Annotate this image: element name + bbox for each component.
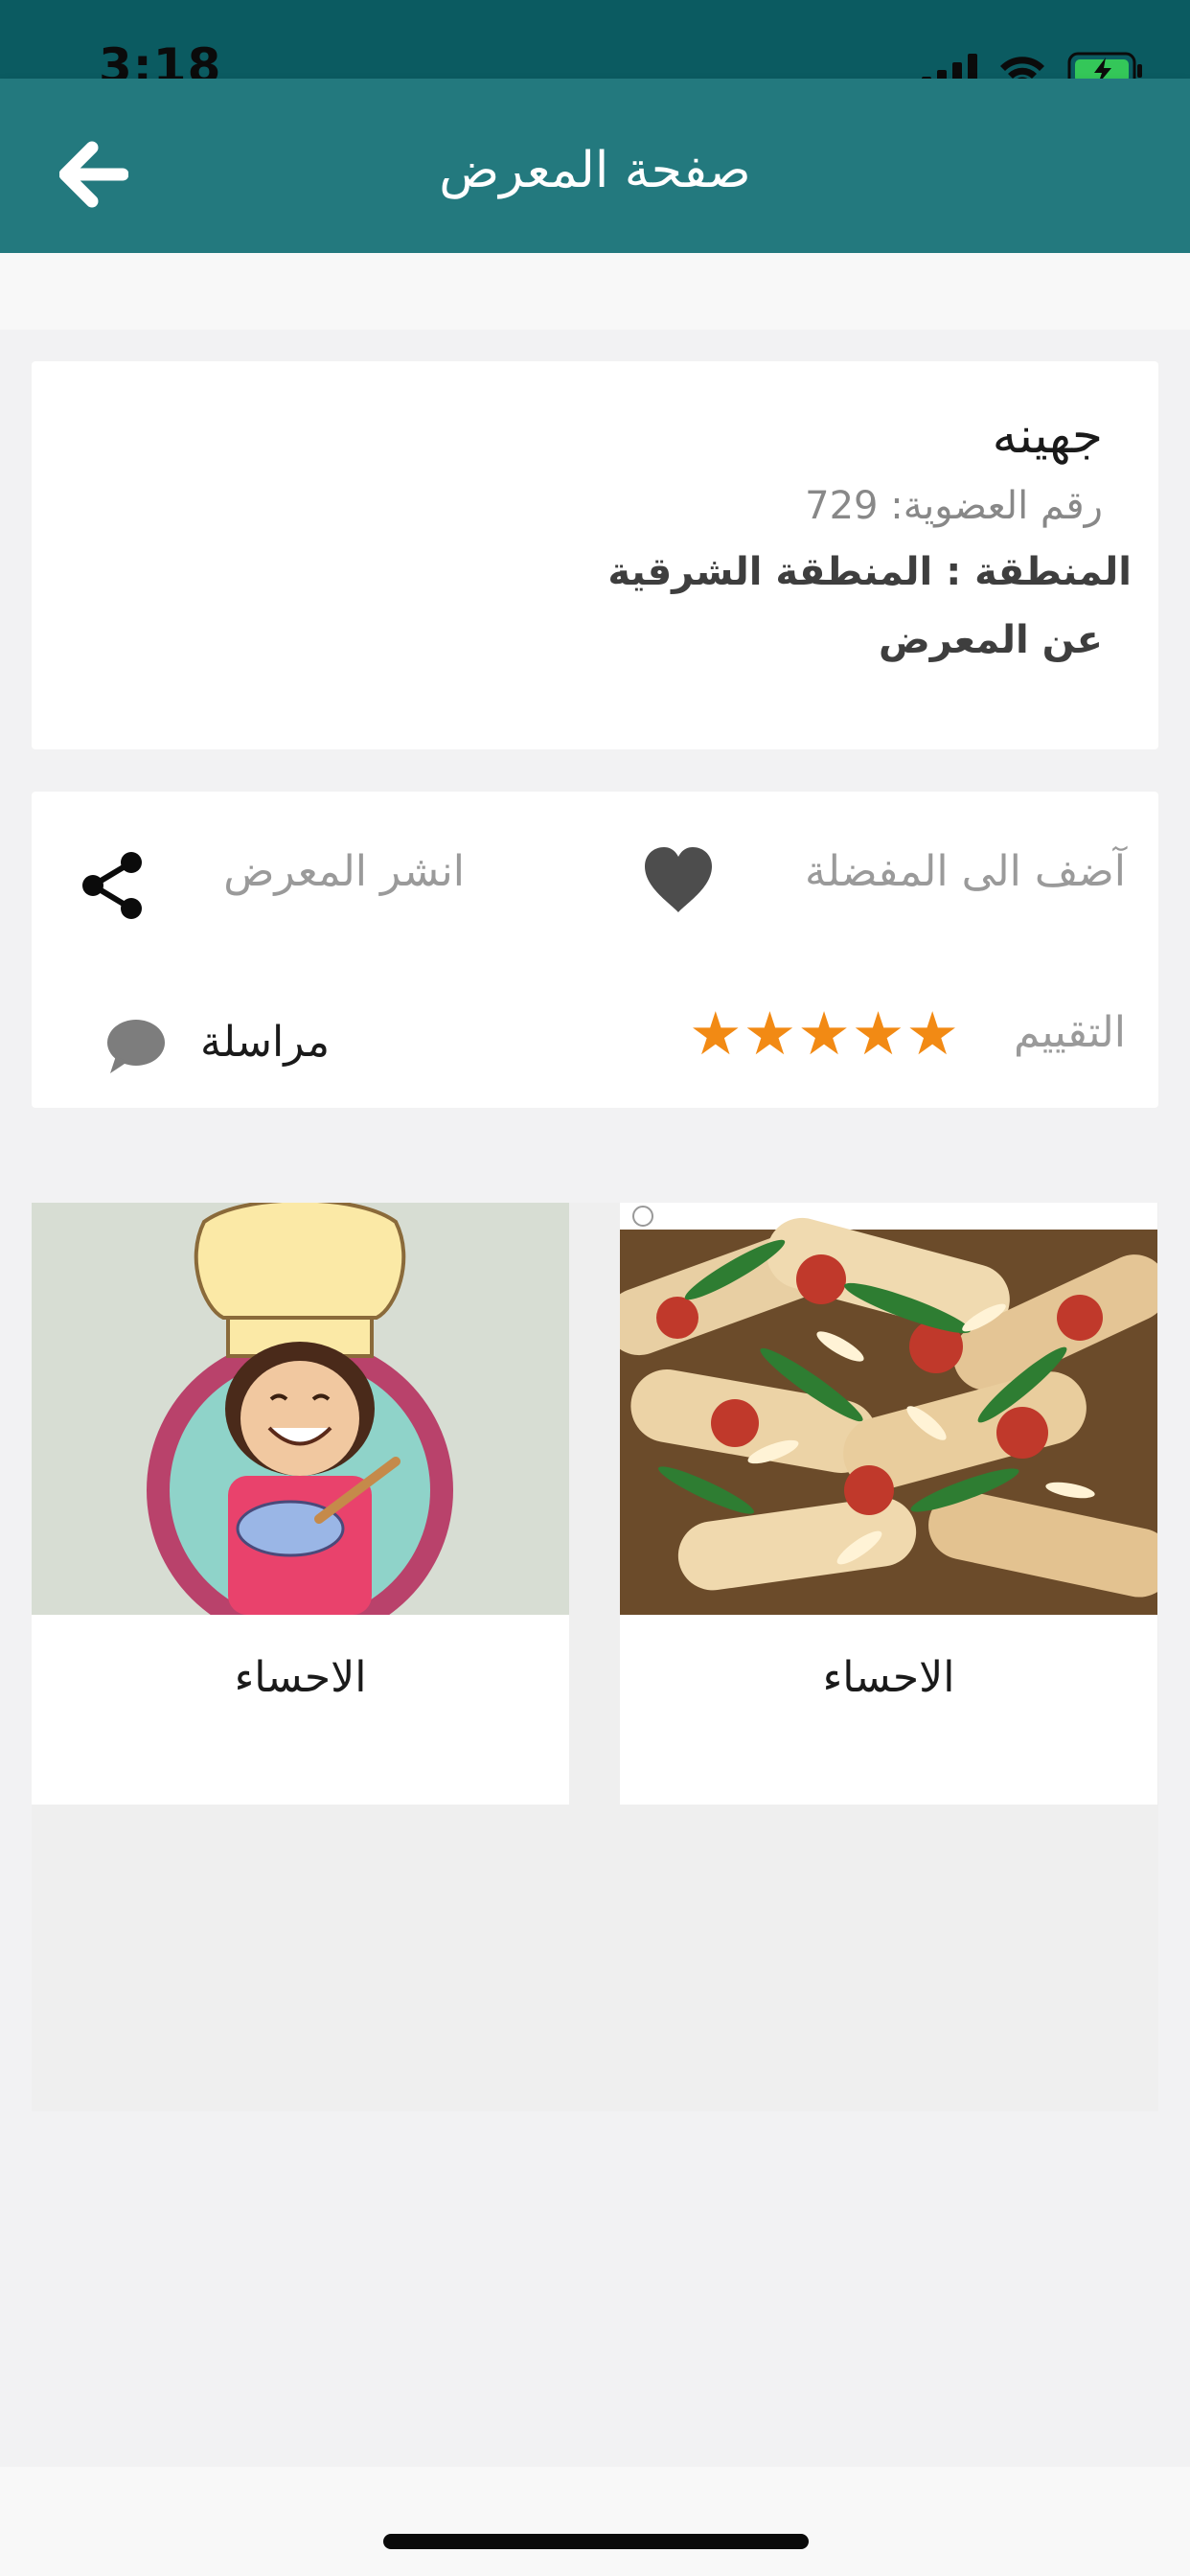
product-card[interactable]: الاحساء (32, 1203, 569, 1805)
product-card[interactable]: الاحساء (620, 1203, 1157, 1805)
product-image[interactable] (620, 1203, 1157, 1615)
status-bar: 3:18 (0, 0, 1190, 94)
bottom-bar (0, 2467, 1190, 2576)
share-shop-button[interactable]: انشر المعرض (223, 847, 465, 896)
star-icon[interactable]: ★ (852, 1004, 905, 1064)
product-label: الاحساء (822, 1653, 955, 1702)
star-icon[interactable]: ★ (797, 1004, 851, 1064)
share-icon[interactable] (76, 849, 149, 922)
shop-info-card: جهينه رقم العضوية: 729 المنطقة : المنطقة… (32, 361, 1158, 749)
actions-card: آضف الى المفضلة انشر المعرض التقييم ★ ★ … (32, 792, 1158, 1108)
star-icon[interactable]: ★ (905, 1004, 959, 1064)
rating-stars[interactable]: ★ ★ ★ ★ ★ (689, 1004, 959, 1064)
chat-bubble-icon[interactable] (104, 1018, 166, 1075)
product-label: الاحساء (234, 1653, 367, 1702)
heart-icon[interactable] (641, 845, 716, 914)
star-icon[interactable]: ★ (744, 1004, 797, 1064)
shop-region: المنطقة : المنطقة الشرقية (607, 550, 1132, 594)
page-title: صفحة المعرض (439, 142, 751, 199)
about-shop-link[interactable]: عن المعرض (879, 618, 1103, 662)
shop-name: جهينه (992, 407, 1103, 465)
spacer-band (0, 253, 1190, 330)
message-button[interactable]: مراسلة (200, 1018, 330, 1067)
star-icon[interactable]: ★ (689, 1004, 743, 1064)
home-indicator[interactable] (383, 2534, 809, 2549)
header-bar: صفحة المعرض (0, 79, 1190, 253)
rating-label: التقييم (1013, 1008, 1126, 1057)
product-image[interactable] (32, 1203, 569, 1615)
membership-number: رقم العضوية: 729 (805, 484, 1103, 528)
add-favorite-button[interactable]: آضف الى المفضلة (805, 847, 1126, 896)
